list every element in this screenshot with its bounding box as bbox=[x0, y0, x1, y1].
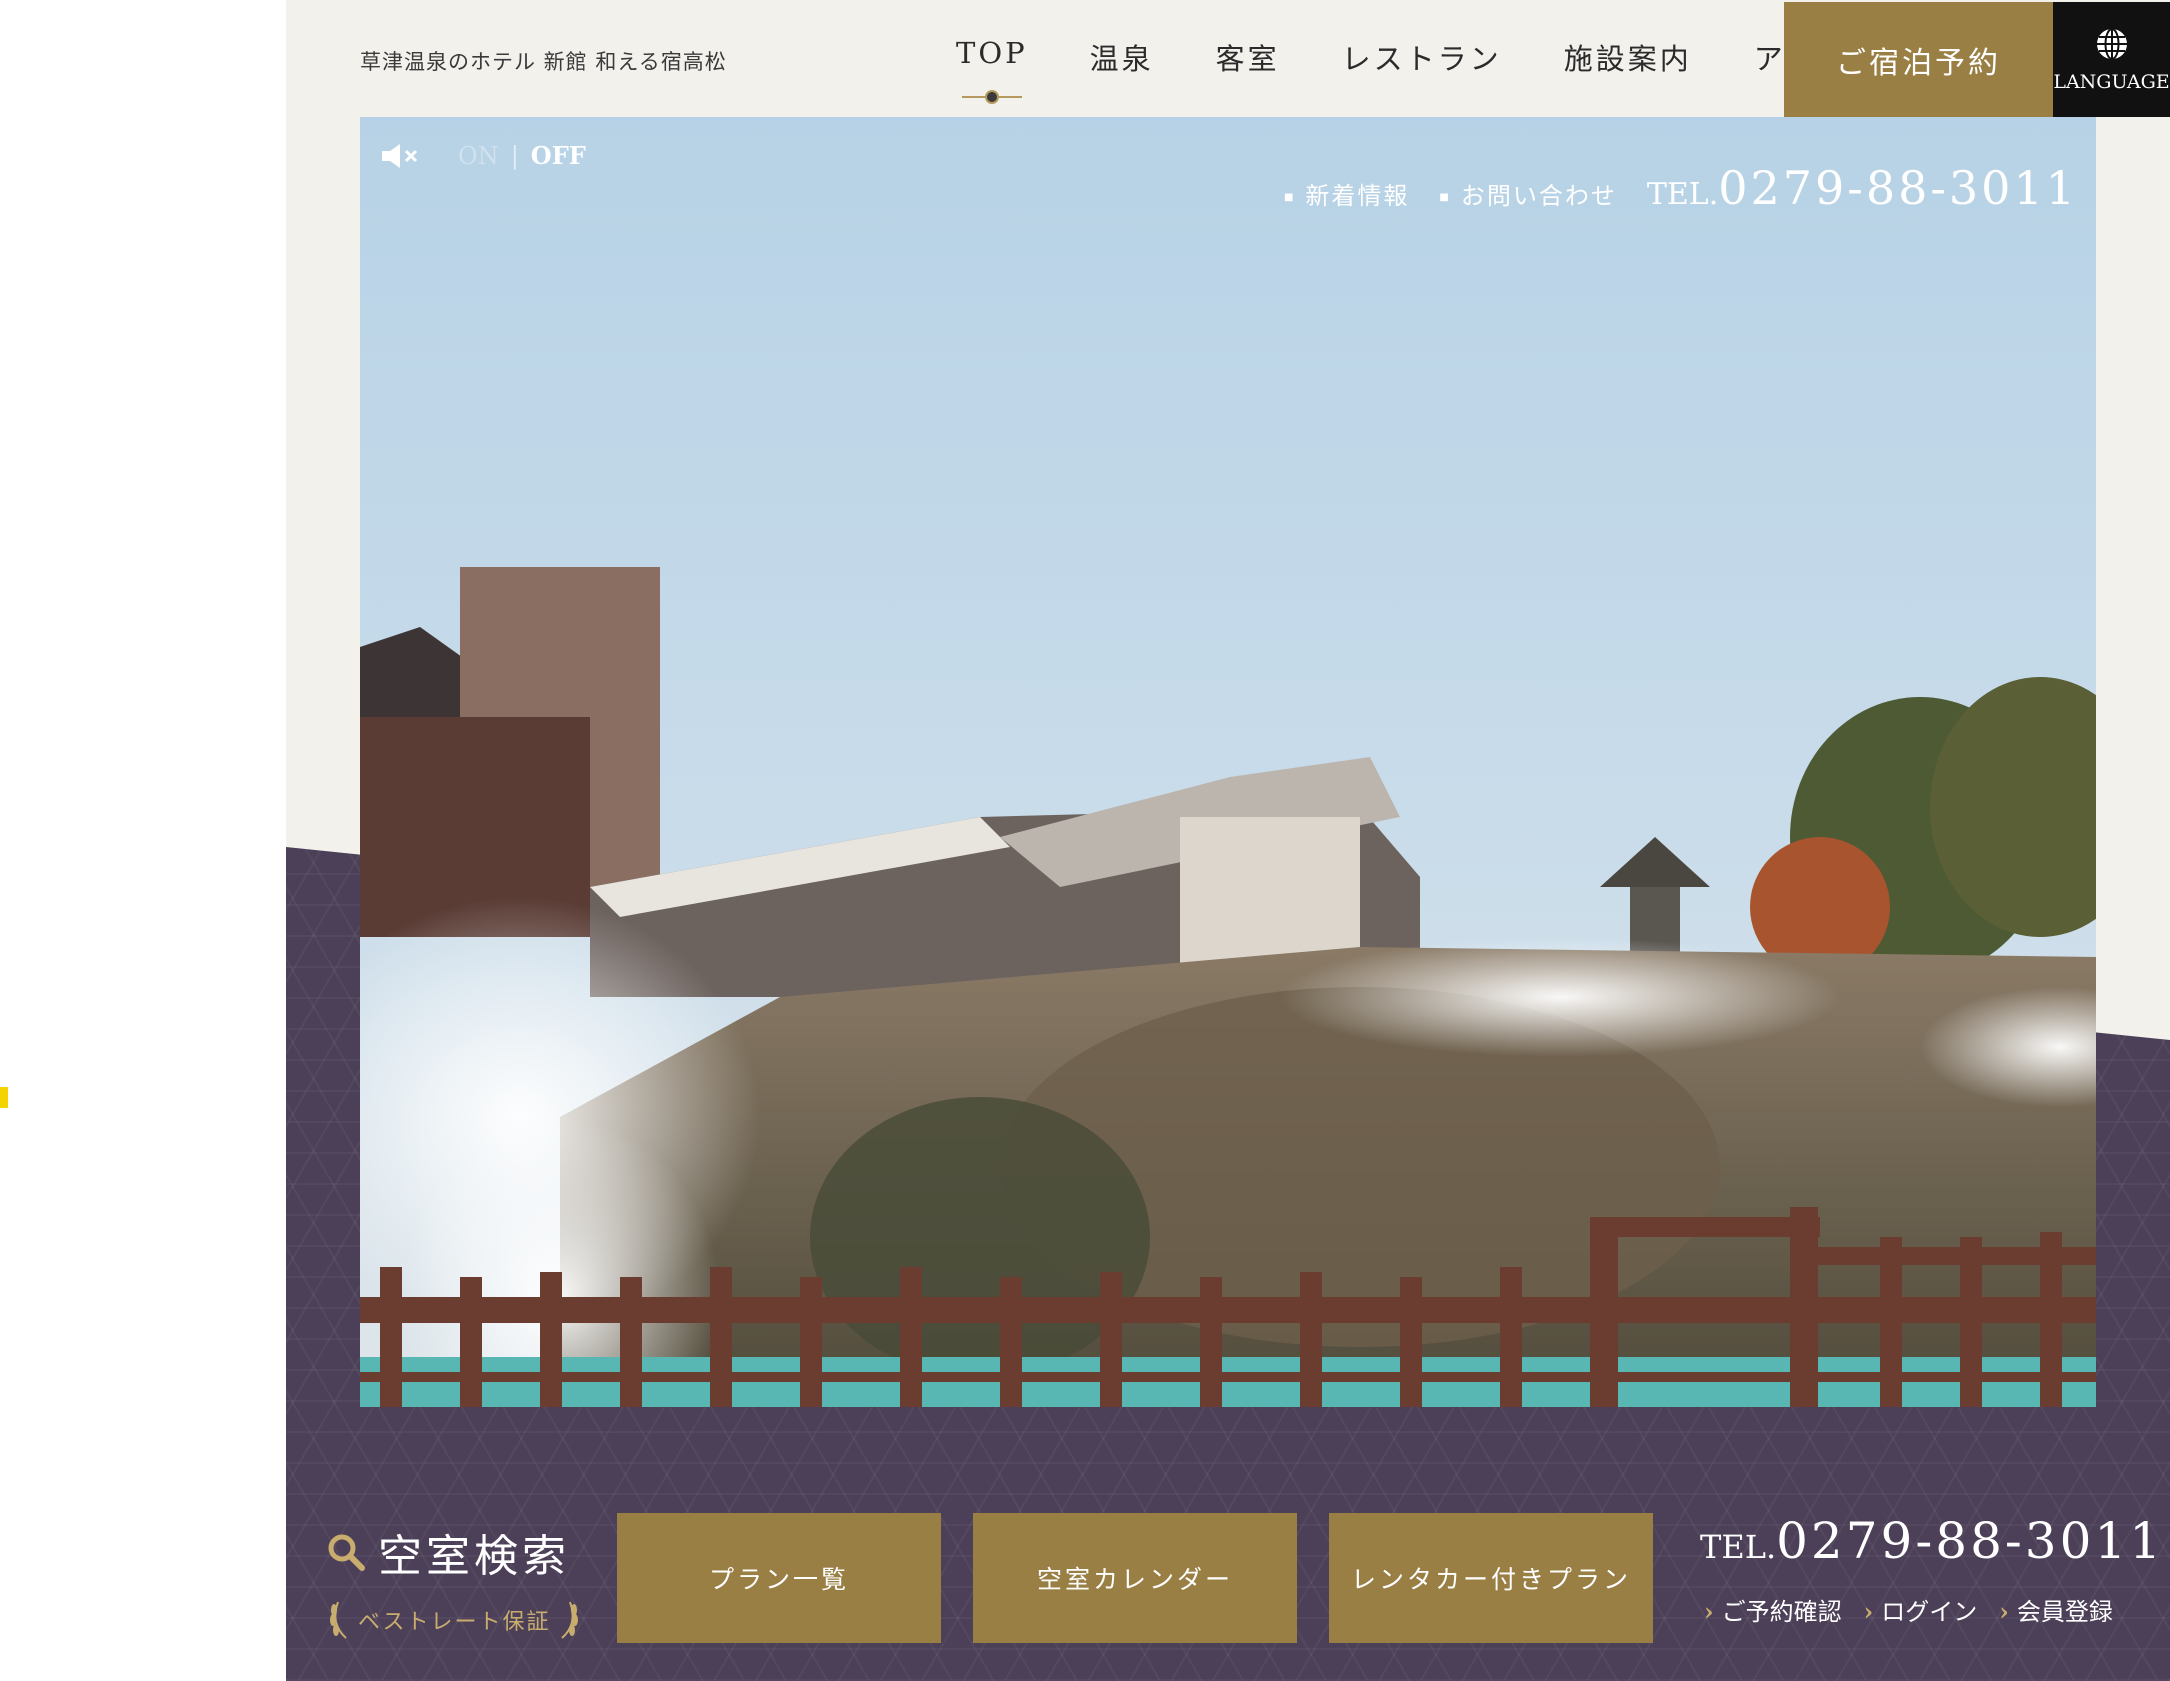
vacancy-calendar-button[interactable]: 空室カレンダー bbox=[973, 1513, 1297, 1643]
search-icon bbox=[328, 1534, 365, 1571]
tel-number[interactable]: 0279-88-3011 bbox=[1776, 1512, 2164, 1570]
sound-toggle: ON | OFF bbox=[380, 141, 586, 170]
member-links: ご予約確認 ログイン 会員登録 bbox=[1704, 1592, 2135, 1627]
hero-scene-image bbox=[360, 117, 2096, 1407]
mute-speaker-icon[interactable] bbox=[380, 142, 420, 170]
news-link[interactable]: 新着情報 bbox=[1284, 176, 1409, 211]
nav-facilities[interactable]: 施設案内 bbox=[1564, 36, 1692, 78]
yellow-edge-mark bbox=[0, 1087, 8, 1108]
search-title: 空室検索 bbox=[378, 1531, 570, 1582]
rental-car-plan-button[interactable]: レンタカー付きプラン bbox=[1329, 1513, 1653, 1643]
reservation-check-link[interactable]: ご予約確認 bbox=[1704, 1592, 1842, 1627]
best-rate-label: ベストレート保証 bbox=[358, 1610, 551, 1635]
hero-video[interactable]: ON | OFF 新着情報 お問い合わせ TEL. 0279-88-3011 bbox=[360, 117, 2096, 1407]
contact-link[interactable]: お問い合わせ bbox=[1439, 176, 1616, 211]
plan-list-button[interactable]: プラン一覧 bbox=[617, 1513, 941, 1643]
laurel-left-icon bbox=[330, 1601, 347, 1639]
nav-onsen[interactable]: 温泉 bbox=[1090, 36, 1154, 78]
tel-prefix: TEL. bbox=[1646, 177, 1719, 212]
sound-off-label[interactable]: OFF bbox=[531, 141, 586, 170]
reservation-tel: TEL.0279-88-3011 bbox=[1700, 1512, 2164, 1570]
tel-number[interactable]: 0279-88-3011 bbox=[1718, 161, 2078, 215]
sound-separator: | bbox=[510, 141, 519, 170]
reserve-button[interactable]: ご宿泊予約 bbox=[1784, 2, 2053, 117]
globe-icon bbox=[2096, 27, 2127, 60]
login-link[interactable]: ログイン bbox=[1864, 1592, 1977, 1627]
page: 草津温泉のホテル 新館 和える宿高松 TOP 温泉 客室 レストラン 施設案内 … bbox=[286, 0, 2170, 1681]
laurel-right-icon bbox=[561, 1601, 579, 1639]
nav-top[interactable]: TOP bbox=[956, 36, 1028, 104]
utility-links: 新着情報 お問い合わせ TEL. 0279-88-3011 bbox=[1284, 161, 2078, 215]
member-register-link[interactable]: 会員登録 bbox=[1999, 1592, 2113, 1627]
nav-restaurant[interactable]: レストラン bbox=[1342, 36, 1502, 78]
language-button[interactable]: LANGUAGE bbox=[2053, 2, 2170, 117]
nav-rooms[interactable]: 客室 bbox=[1216, 36, 1280, 78]
language-label: LANGUAGE bbox=[2053, 70, 2170, 93]
vacancy-search: 空室検索 ベストレート保証 bbox=[326, 1520, 586, 1642]
site-title[interactable]: 草津温泉のホテル 新館 和える宿高松 bbox=[360, 46, 727, 76]
sound-on-label[interactable]: ON bbox=[458, 142, 499, 170]
active-indicator bbox=[961, 90, 1022, 104]
tel-prefix: TEL. bbox=[1700, 1528, 1777, 1566]
